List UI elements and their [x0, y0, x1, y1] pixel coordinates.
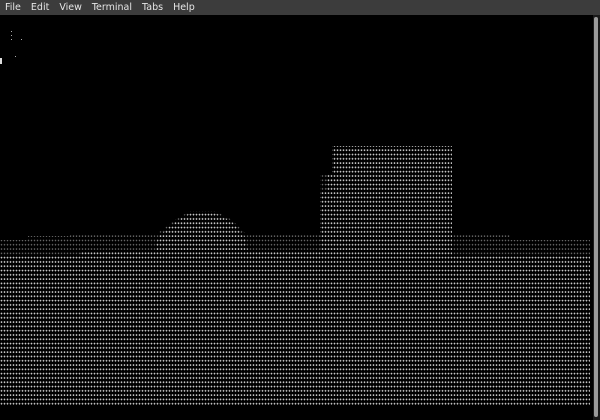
menu-help[interactable]: Help [168, 0, 200, 15]
terminal-output[interactable] [0, 15, 593, 420]
scrollbar[interactable] [593, 15, 600, 420]
output-dot [11, 31, 12, 32]
menu-edit[interactable]: Edit [26, 0, 54, 15]
menu-terminal[interactable]: Terminal [87, 0, 137, 15]
menu-view[interactable]: View [54, 0, 87, 15]
terminal-cursor [0, 58, 2, 64]
menu-tabs[interactable]: Tabs [137, 0, 168, 15]
menu-bar: File Edit View Terminal Tabs Help [0, 0, 600, 15]
output-dot [11, 39, 12, 40]
scrollbar-thumb[interactable] [594, 17, 598, 417]
output-dot [11, 35, 12, 36]
output-dot [21, 39, 22, 40]
output-dot [15, 56, 16, 57]
ascii-art-landscape [0, 146, 590, 405]
menu-file[interactable]: File [0, 0, 26, 15]
